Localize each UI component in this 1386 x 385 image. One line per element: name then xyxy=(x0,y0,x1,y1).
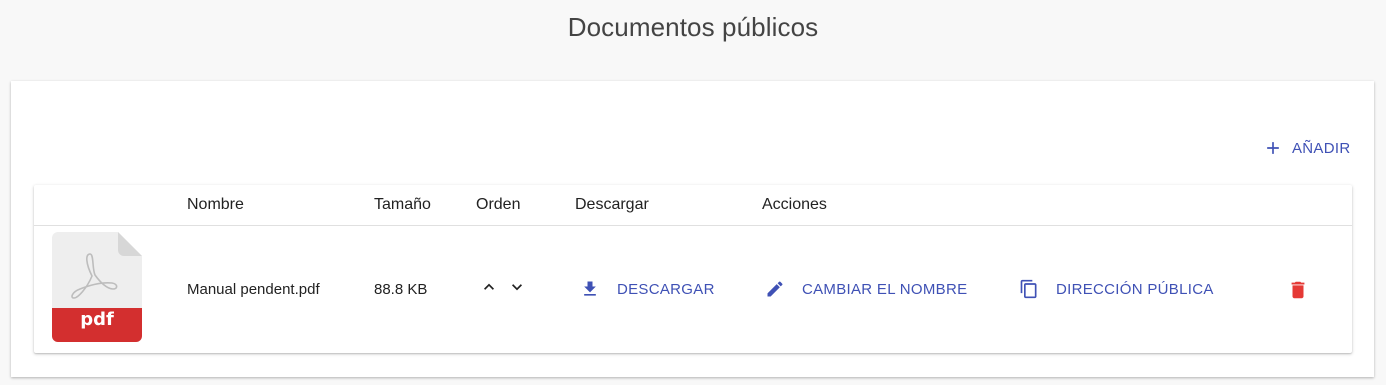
header-actions: Acciones xyxy=(762,196,827,213)
download-button[interactable]: DESCARGAR xyxy=(580,276,715,302)
copy-icon xyxy=(1020,279,1037,299)
file-size: 88.8 KB xyxy=(374,281,428,298)
documents-table: Nombre Tamaño Orden Descargar Acciones p… xyxy=(34,185,1352,353)
add-button-label: AÑADIR xyxy=(1292,139,1351,157)
file-name: Manual pendent.pdf xyxy=(187,281,320,298)
pdf-badge-label: pdf xyxy=(80,309,114,330)
pencil-icon xyxy=(767,281,783,297)
table-header: Nombre Tamaño Orden Descargar Acciones xyxy=(34,185,1352,226)
trash-icon xyxy=(1291,281,1305,299)
plus-icon xyxy=(1267,142,1279,154)
rename-label: CAMBIAR EL NOMBRE xyxy=(802,280,968,298)
chevron-up-icon xyxy=(484,283,494,290)
table-row: pdf Manual pendent.pdf 88.8 KB DESCARGAR… xyxy=(34,226,1352,353)
rename-button[interactable]: CAMBIAR EL NOMBRE xyxy=(765,276,967,302)
add-document-button[interactable]: AÑADIR xyxy=(1263,133,1350,163)
download-label: DESCARGAR xyxy=(617,280,715,298)
chevron-down-icon xyxy=(512,284,522,291)
header-name: Nombre xyxy=(187,196,244,213)
order-controls xyxy=(479,277,527,297)
move-up-button[interactable] xyxy=(479,277,499,297)
page-title: Documentos públicos xyxy=(567,12,819,42)
header-download: Descargar xyxy=(575,196,649,213)
delete-button[interactable] xyxy=(1287,279,1309,301)
documents-card: AÑADIR Nombre Tamaño Orden Descargar Acc… xyxy=(11,81,1374,377)
header-size: Tamaño xyxy=(374,196,431,213)
public-url-label: DIRECCIÓN PÚBLICA xyxy=(1056,280,1214,298)
move-down-button[interactable] xyxy=(507,277,527,297)
header-order: Orden xyxy=(476,196,521,213)
copy-public-url-button[interactable]: DIRECCIÓN PÚBLICA xyxy=(1019,276,1214,302)
download-icon xyxy=(584,281,596,296)
